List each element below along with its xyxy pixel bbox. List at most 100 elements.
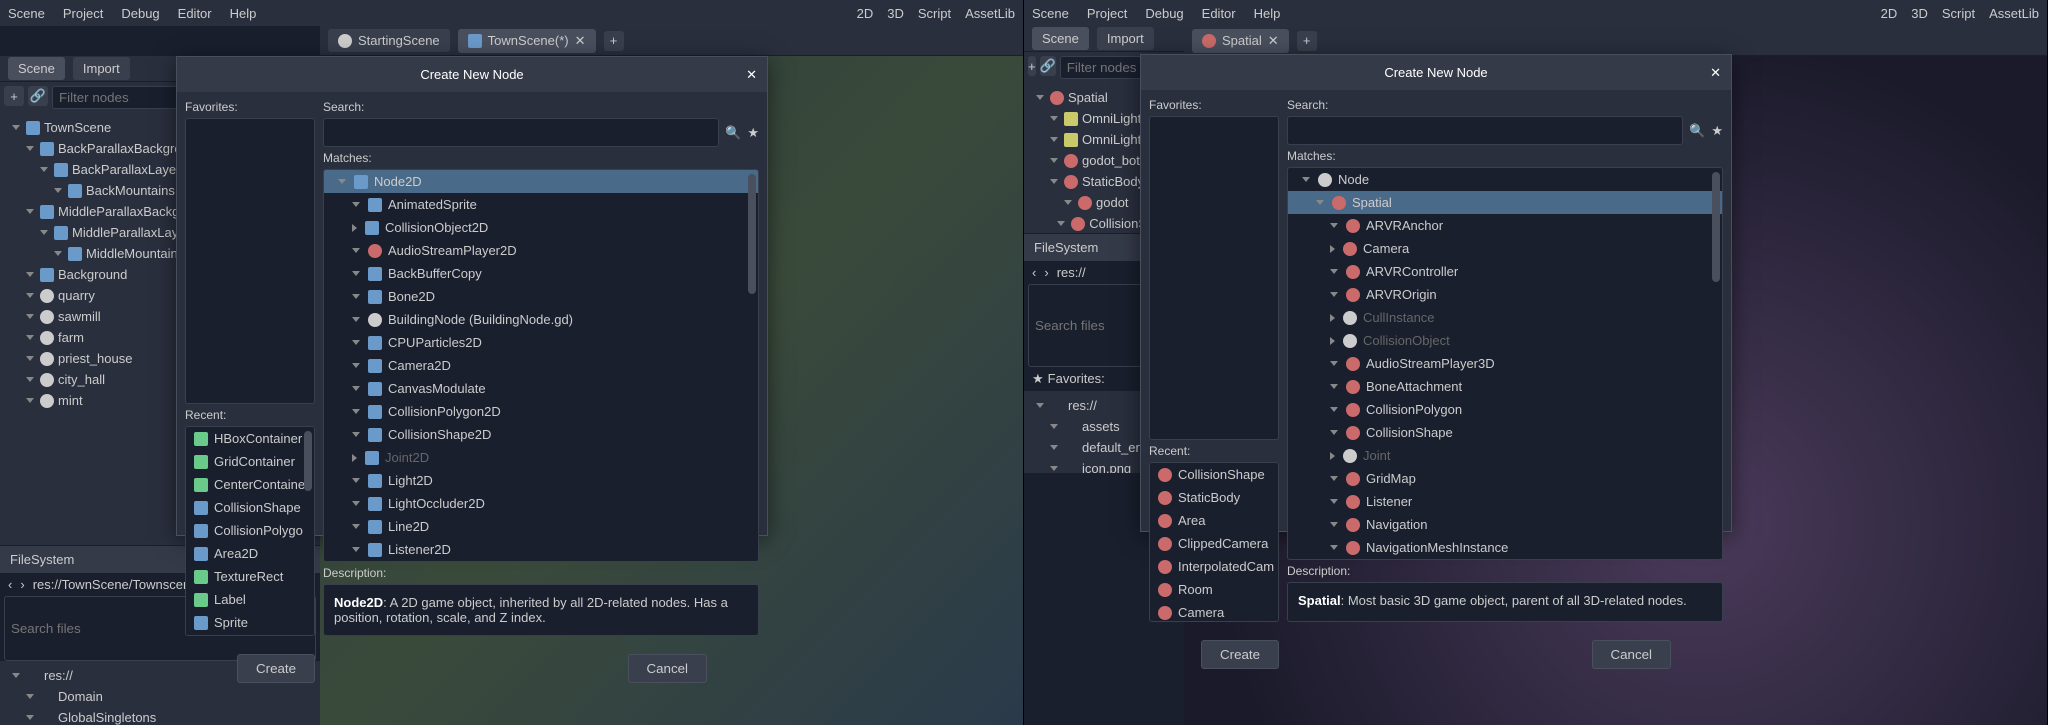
list-item[interactable]: Listener <box>1288 490 1722 513</box>
list-item[interactable]: CollisionShape2D <box>324 423 758 446</box>
open-scene-tab-0[interactable]: Spatial✕ <box>1192 29 1289 53</box>
list-item[interactable]: CPUParticles2D <box>324 331 758 354</box>
list-item[interactable]: CollisionObject2D <box>324 216 758 239</box>
list-item[interactable]: Room <box>1150 578 1278 601</box>
list-item[interactable]: NavigationMeshInstance <box>1288 536 1722 559</box>
close-icon[interactable]: ✕ <box>1710 65 1721 81</box>
list-item[interactable]: AudioStreamPlayer2D <box>324 239 758 262</box>
menu-project[interactable]: Project <box>1087 6 1127 21</box>
list-item[interactable]: ARVROrigin <box>1288 283 1722 306</box>
menu-project[interactable]: Project <box>63 6 103 21</box>
menu-debug[interactable]: Debug <box>121 6 159 21</box>
recent-list[interactable]: CollisionShapeStaticBodyAreaClippedCamer… <box>1149 462 1279 622</box>
list-item[interactable]: CullInstance <box>1288 306 1722 329</box>
list-item[interactable]: CollisionShape <box>1288 421 1722 444</box>
recent-list[interactable]: HBoxContainerGridContainerCenterContaine… <box>185 426 315 636</box>
menu-editor[interactable]: Editor <box>1202 6 1236 21</box>
favorites-list[interactable] <box>185 118 315 404</box>
list-item[interactable]: CollisionObject <box>1288 329 1722 352</box>
new-tab-button[interactable]: + <box>1297 31 1317 51</box>
list-item[interactable]: Spatial <box>1288 191 1722 214</box>
create-button[interactable]: Create <box>1201 640 1279 669</box>
add-node-button[interactable]: + <box>1028 56 1036 76</box>
create-button[interactable]: Create <box>237 654 315 683</box>
list-item[interactable]: CollisionPolygo <box>186 519 314 542</box>
list-item[interactable]: InterpolatedCam <box>1150 555 1278 578</box>
list-item[interactable]: CanvasModulate <box>324 377 758 400</box>
list-item[interactable]: HBoxContainer <box>186 427 314 450</box>
list-item[interactable]: Camera <box>1150 601 1278 622</box>
mode-3d[interactable]: 3D <box>887 6 904 21</box>
list-item[interactable]: CollisionPolygon <box>1288 398 1722 421</box>
search-icon[interactable]: 🔍 <box>1689 123 1705 139</box>
list-item[interactable]: AnimatedSprite <box>324 193 758 216</box>
mode-script[interactable]: Script <box>918 6 951 21</box>
list-item[interactable]: Sprite <box>186 611 314 634</box>
cancel-button[interactable]: Cancel <box>628 654 708 683</box>
list-item[interactable]: LightOccluder2D <box>324 492 758 515</box>
list-item[interactable]: BuildingNode (BuildingNode.gd) <box>324 308 758 331</box>
tab-import[interactable]: Import <box>1097 27 1154 50</box>
favorite-icon[interactable]: ★ <box>747 125 759 141</box>
list-item[interactable]: Listener2D <box>324 538 758 561</box>
nav-fwd-icon[interactable]: › <box>20 577 24 592</box>
menu-scene[interactable]: Scene <box>8 6 45 21</box>
list-item[interactable]: Node <box>1288 168 1722 191</box>
new-tab-button[interactable]: + <box>604 31 624 51</box>
list-item[interactable]: ARVRController <box>1288 260 1722 283</box>
list-item[interactable]: BackBufferCopy <box>324 262 758 285</box>
mode-2d[interactable]: 2D <box>1881 6 1898 21</box>
mode-3d[interactable]: 3D <box>1911 6 1928 21</box>
nav-back-icon[interactable]: ‹ <box>8 577 12 592</box>
open-scene-tab-1[interactable]: TownScene(*)✕ <box>458 29 596 53</box>
mode-script[interactable]: Script <box>1942 6 1975 21</box>
list-item[interactable]: Joint <box>1288 444 1722 467</box>
list-item[interactable]: Camera <box>1288 237 1722 260</box>
list-item[interactable]: Joint2D <box>324 446 758 469</box>
close-icon[interactable]: ✕ <box>746 67 757 83</box>
tab-import[interactable]: Import <box>73 57 130 80</box>
menu-help[interactable]: Help <box>230 6 257 21</box>
tree-node[interactable]: GlobalSingletons <box>4 707 316 725</box>
list-item[interactable]: AudioStreamPlayer3D <box>1288 352 1722 375</box>
list-item[interactable]: ARVRAnchor <box>1288 214 1722 237</box>
add-node-button[interactable]: + <box>4 86 24 106</box>
search-icon[interactable]: 🔍 <box>725 125 741 141</box>
mode-assetlib[interactable]: AssetLib <box>1989 6 2039 21</box>
list-item[interactable]: TextureRect <box>186 565 314 588</box>
list-item[interactable]: StaticBody <box>1150 486 1278 509</box>
list-item[interactable]: Light2D <box>324 469 758 492</box>
mode-assetlib[interactable]: AssetLib <box>965 6 1015 21</box>
list-item[interactable]: CollisionPolygon2D <box>324 400 758 423</box>
nav-fwd-icon[interactable]: › <box>1044 265 1048 280</box>
tab-scene[interactable]: Scene <box>1032 27 1089 50</box>
list-item[interactable]: CollisionShape <box>1150 463 1278 486</box>
menu-editor[interactable]: Editor <box>178 6 212 21</box>
list-item[interactable]: Area2D <box>186 542 314 565</box>
menu-debug[interactable]: Debug <box>1145 6 1183 21</box>
list-item[interactable]: CollisionShape <box>186 496 314 519</box>
mode-2d[interactable]: 2D <box>857 6 874 21</box>
close-icon[interactable]: ✕ <box>1268 33 1279 49</box>
link-node-button[interactable]: 🔗 <box>28 86 48 106</box>
nav-back-icon[interactable]: ‹ <box>1032 265 1036 280</box>
favorites-list[interactable] <box>1149 116 1279 440</box>
favorite-icon[interactable]: ★ <box>1711 123 1723 139</box>
search-input[interactable] <box>323 118 719 147</box>
matches-list[interactable]: Node2DAnimatedSpriteCollisionObject2DAud… <box>323 169 759 562</box>
list-item[interactable]: Area <box>1150 509 1278 532</box>
list-item[interactable]: GridContainer <box>186 450 314 473</box>
list-item[interactable]: Camera2D <box>324 354 758 377</box>
matches-list[interactable]: NodeSpatialARVRAnchorCameraARVRControlle… <box>1287 167 1723 560</box>
link-node-button[interactable]: 🔗 <box>1040 56 1056 76</box>
list-item[interactable]: BoneAttachment <box>1288 375 1722 398</box>
list-item[interactable]: CenterContaine <box>186 473 314 496</box>
open-scene-tab-0[interactable]: StartingScene <box>328 29 450 52</box>
close-icon[interactable]: ✕ <box>575 33 586 49</box>
menu-scene[interactable]: Scene <box>1032 6 1069 21</box>
list-item[interactable]: Line2D <box>324 515 758 538</box>
list-item[interactable]: Node2D <box>324 170 758 193</box>
cancel-button[interactable]: Cancel <box>1592 640 1672 669</box>
search-input[interactable] <box>1287 116 1683 145</box>
list-item[interactable]: GridMap <box>1288 467 1722 490</box>
